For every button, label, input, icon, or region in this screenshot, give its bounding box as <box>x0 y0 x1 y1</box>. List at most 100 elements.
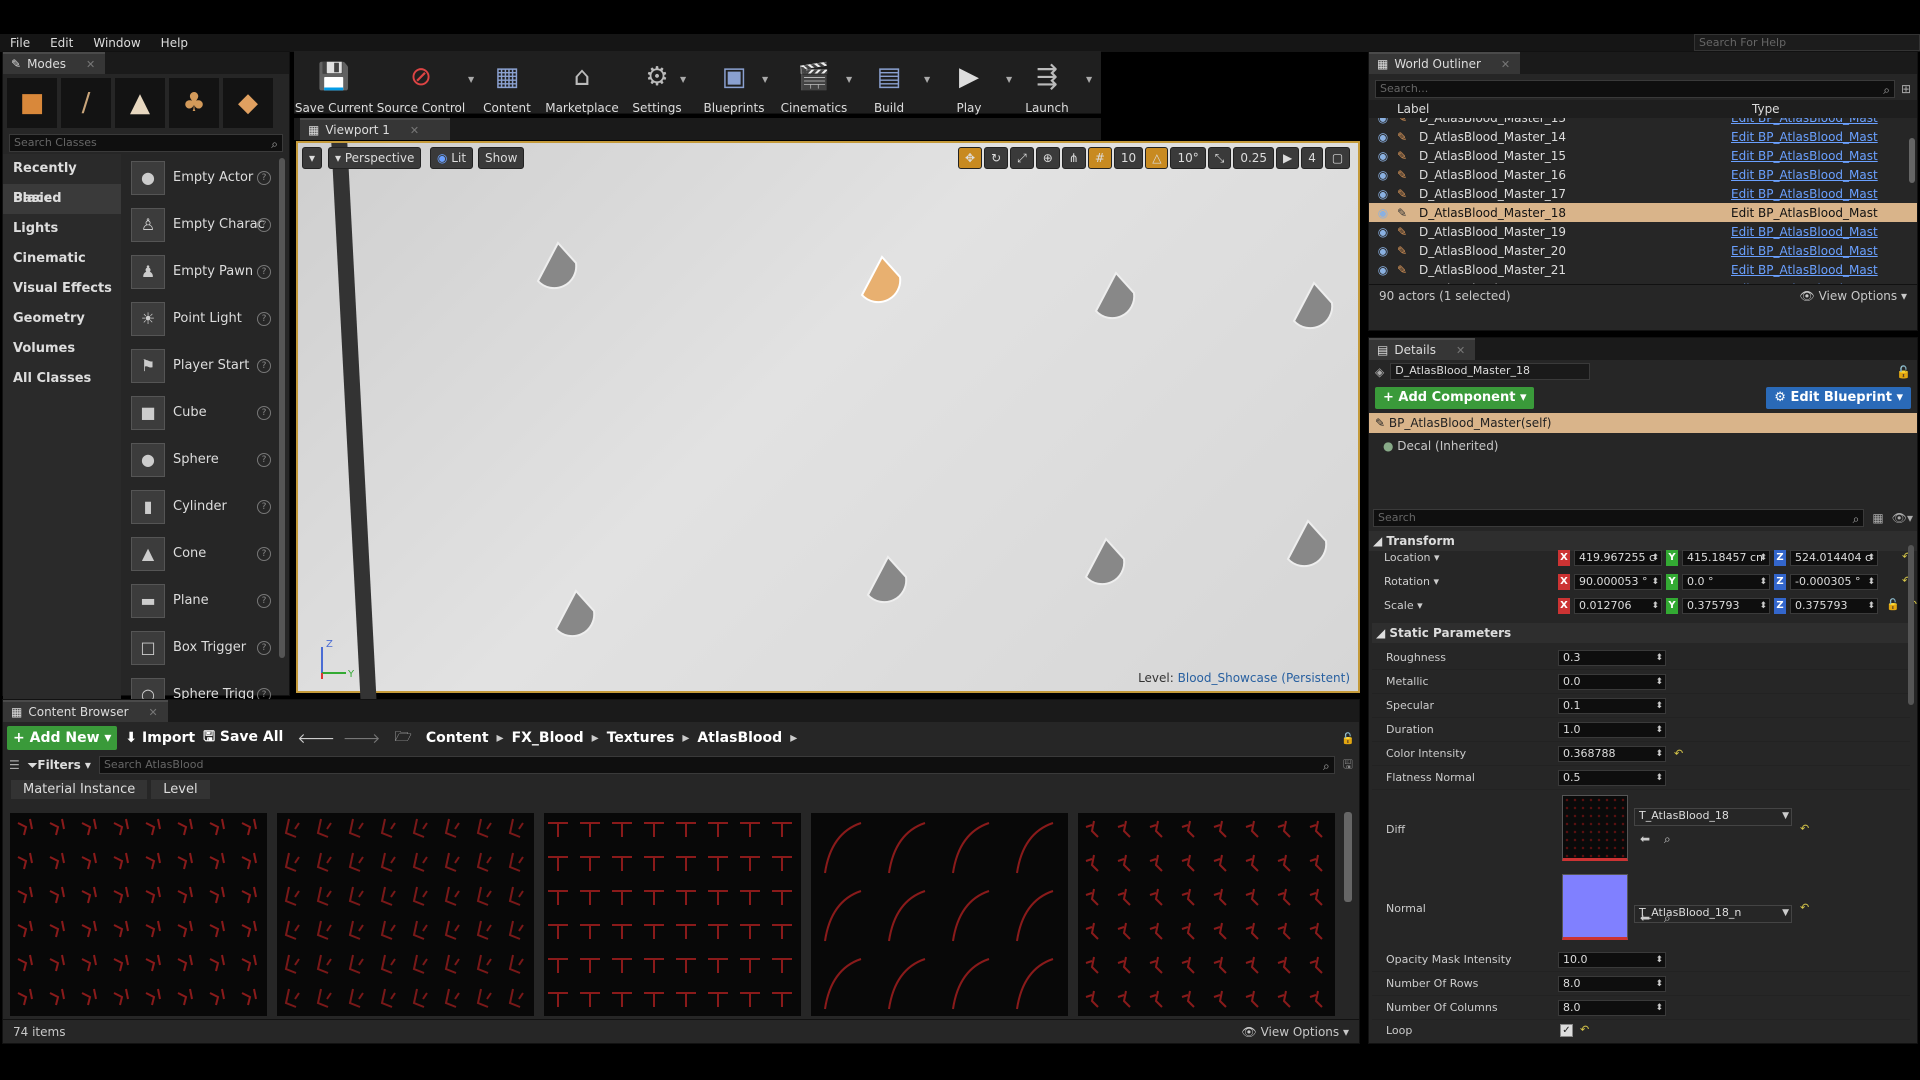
cinematics-button[interactable]: 🎬 Cinematics <box>774 57 854 115</box>
location-z-field[interactable]: 524.014404 c ⬍ <box>1790 550 1878 566</box>
decal-actor-selected[interactable] <box>858 255 904 305</box>
blueprints-button[interactable]: ▣ Blueprints <box>694 57 774 115</box>
column-label[interactable]: Label <box>1369 100 1752 118</box>
filter-chip-material-instance[interactable]: Material Instance <box>11 780 148 799</box>
category-basic[interactable]: Basic <box>3 184 121 214</box>
property-value-field[interactable]: 0.3 ⬍ <box>1558 649 1666 666</box>
property-value-field[interactable]: 10.0 ⬍ <box>1558 951 1666 968</box>
list-item[interactable]: ▮ Cylinder? <box>121 483 289 530</box>
show-button[interactable]: Show <box>478 147 525 169</box>
list-item[interactable]: ● Empty Actor? <box>121 154 289 201</box>
actor-type-link[interactable]: Edit BP_AtlasBlood_Mast <box>1731 168 1878 182</box>
scrollbar[interactable] <box>1909 138 1915 183</box>
breadcrumb-textures[interactable]: Textures <box>607 730 675 746</box>
viewport-canvas[interactable]: ZY Level: Blood_Showcase (Persistent) <box>296 141 1360 703</box>
chevron-down-icon[interactable]: ▼ <box>680 75 686 84</box>
add-component-button[interactable]: + Add Component ▾ <box>1375 387 1535 409</box>
column-type[interactable]: Type <box>1752 100 1780 118</box>
rotate-icon[interactable]: ↻ <box>984 147 1009 169</box>
component-self[interactable]: ✎ BP_AtlasBlood_Master(self) <box>1369 413 1917 433</box>
table-row[interactable]: ◉ ✎ D_AtlasBlood_Master_15 Edit BP_AtlasBlo… <box>1369 146 1917 165</box>
eye-icon[interactable]: ◉ <box>1369 149 1397 163</box>
maximize-icon[interactable]: ▢ <box>1324 147 1351 169</box>
help-icon[interactable]: ? <box>257 405 271 420</box>
property-value-field[interactable]: 0.368788 ⬍ <box>1558 745 1666 762</box>
decal-actor[interactable] <box>1290 281 1336 331</box>
category-lights[interactable]: Lights <box>3 214 121 244</box>
menu-edit[interactable]: Edit <box>40 34 83 52</box>
world-icon[interactable]: ⊕ <box>1035 147 1060 169</box>
launch-button[interactable]: ⇶ Launch <box>1012 57 1082 115</box>
search-classes-input[interactable]: Search Classes ⌕ <box>9 134 283 152</box>
camera-speed-icon[interactable]: ▶ <box>1276 147 1300 169</box>
help-icon[interactable]: ? <box>257 311 271 326</box>
outliner-search-input[interactable]: Search... ⌕ <box>1375 80 1895 98</box>
scale-icon[interactable]: ⤢ <box>1010 147 1034 169</box>
category-geometry[interactable]: Geometry <box>3 304 121 334</box>
eye-icon[interactable]: ◉ <box>1369 168 1397 182</box>
browse-icon[interactable]: ⌕ <box>1664 911 1671 926</box>
category-recently-placed[interactable]: Recently Placed <box>3 154 121 206</box>
help-icon[interactable]: ? <box>257 217 271 232</box>
property-value-field[interactable]: 1.0 ⬍ <box>1558 721 1666 738</box>
eye-icon[interactable]: ◉ <box>1369 187 1397 201</box>
close-icon[interactable]: ✕ <box>1456 344 1465 357</box>
play-button[interactable]: ▶ Play <box>934 57 1004 115</box>
normal-texture-dropdown[interactable]: T_AtlasBlood_18_n ▼ <box>1634 905 1792 923</box>
list-item[interactable]: ♙ Empty Charac? <box>121 201 289 248</box>
location-label[interactable]: Location ▾ <box>1384 551 1440 564</box>
table-row[interactable]: ◉ ✎ D_AtlasBlood_Master_16 Edit BP_AtlasBlo… <box>1369 165 1917 184</box>
actor-type-link[interactable]: Edit BP_AtlasBlood_Mast <box>1731 225 1878 239</box>
reset-icon[interactable]: ↶ <box>1800 901 1809 914</box>
table-row[interactable]: ◉ ✎ D_AtlasBlood_Master_14 Edit BP_AtlasBlo… <box>1369 127 1917 146</box>
menu-help[interactable]: Help <box>151 34 198 52</box>
use-selected-icon[interactable]: ⬅ <box>1640 832 1650 846</box>
breadcrumb-atlasblood[interactable]: AtlasBlood <box>697 730 782 746</box>
use-selected-icon[interactable]: ⬅ <box>1640 911 1650 925</box>
folder-icon[interactable]: 🗁 <box>394 726 411 750</box>
eye-icon[interactable]: ◉ <box>1369 118 1397 125</box>
help-icon[interactable]: ? <box>257 358 271 373</box>
help-search-input[interactable]: Search For Help <box>1694 34 1920 51</box>
asset-thumbnail[interactable] <box>544 813 801 1016</box>
diff-texture-dropdown[interactable]: T_AtlasBlood_18 ▼ <box>1634 808 1792 826</box>
tab-modes[interactable]: ✎ Modes ✕ <box>3 52 106 74</box>
breadcrumb-fx-blood[interactable]: FX_Blood <box>512 730 584 746</box>
lit-button[interactable]: ◉ Lit <box>430 147 474 169</box>
surface-snap-icon[interactable]: ⋔ <box>1061 147 1086 169</box>
asset-search-input[interactable]: Search AtlasBlood ⌕ <box>98 756 1335 774</box>
settings-button[interactable]: ⚙ Settings <box>622 57 692 115</box>
view-options-button[interactable]: 👁 View Options ▾ <box>1800 289 1908 303</box>
rotation-x-field[interactable]: 90.000053 ° ⬍ <box>1574 574 1662 590</box>
menu-file[interactable]: File <box>0 34 40 52</box>
save-current-button[interactable]: 💾 Save Current <box>294 57 374 115</box>
rotation-y-field[interactable]: 0.0 ° ⬍ <box>1682 574 1770 590</box>
component-decal[interactable]: ● Decal (Inherited) <box>1369 433 1917 459</box>
chevron-down-icon[interactable]: ▼ <box>846 75 852 84</box>
category-visual-effects[interactable]: Visual Effects <box>3 274 121 304</box>
close-icon[interactable]: ✕ <box>1501 58 1510 71</box>
tab-content-browser[interactable]: ▦ Content Browser ✕ <box>3 700 168 722</box>
save-all-button[interactable]: 🖫 Save All <box>203 726 283 750</box>
diff-texture-thumbnail[interactable] <box>1562 795 1628 861</box>
add-new-button[interactable]: + Add New ▾ <box>7 726 118 750</box>
help-icon[interactable]: ? <box>257 640 271 655</box>
property-value-field[interactable]: 8.0 ⬍ <box>1558 999 1666 1016</box>
lock-icon[interactable]: 🔓 <box>1341 732 1355 745</box>
category-all-classes[interactable]: All Classes <box>3 364 121 394</box>
view-options-button[interactable]: 👁 View Options ▾ <box>1242 1025 1350 1039</box>
lock-icon[interactable]: 🔓 <box>1886 598 1900 614</box>
rotation-snap-value[interactable]: 10° <box>1170 147 1206 169</box>
source-control-button[interactable]: ⊘ Source Control <box>376 57 466 115</box>
viewport-options-button[interactable]: ▾ <box>302 147 323 169</box>
close-icon[interactable]: ✕ <box>86 58 95 71</box>
edit-blueprint-button[interactable]: ⚙ Edit Blueprint ▾ <box>1766 387 1911 409</box>
foliage-mode-icon[interactable]: ♣ <box>169 78 219 128</box>
chevron-down-icon[interactable]: ▼ <box>1086 75 1092 84</box>
filter-chip-level[interactable]: Level <box>151 780 210 799</box>
chevron-down-icon[interactable]: ▼ <box>762 75 768 84</box>
lock-icon[interactable]: 🔓 <box>1896 365 1911 379</box>
list-item[interactable]: ■ Cube? <box>121 389 289 436</box>
table-row[interactable]: ◉ ✎ D_AtlasBlood_Master_21 Edit BP_AtlasBlo… <box>1369 260 1917 279</box>
category-volumes[interactable]: Volumes <box>3 334 121 364</box>
